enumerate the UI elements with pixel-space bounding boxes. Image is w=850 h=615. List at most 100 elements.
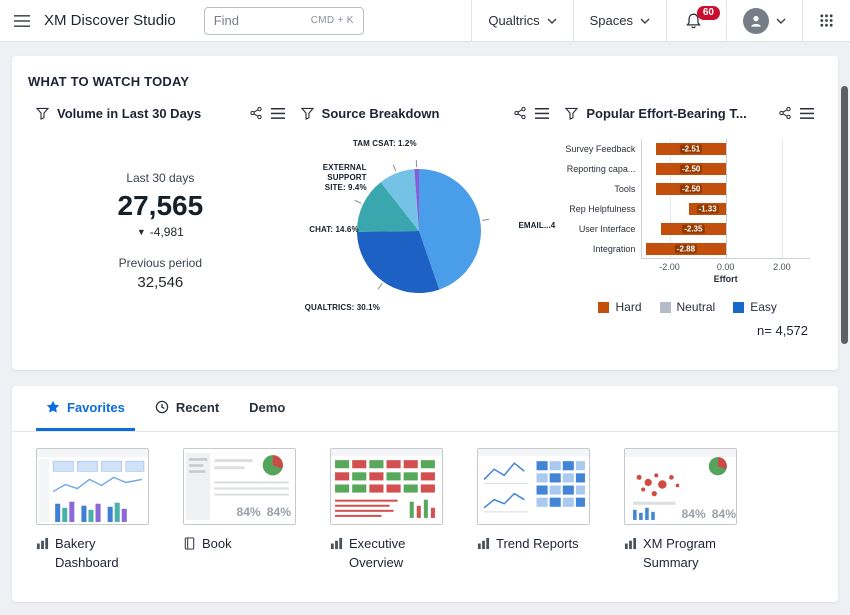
preview-percent: 84% xyxy=(682,507,706,521)
bar-value-label: -2.50 xyxy=(680,185,702,194)
filter-icon[interactable] xyxy=(36,107,49,120)
dashboard-thumbnail[interactable]: 84% 84% xyxy=(624,448,737,525)
pie-label-email: EMAIL...4 xyxy=(518,221,555,231)
x-axis-ticks: -2.000.002.00 xyxy=(641,259,810,272)
share-icon[interactable] xyxy=(778,106,792,120)
qualtrics-menu-label: Qualtrics xyxy=(488,13,539,28)
effort-bar[interactable]: -2.50 xyxy=(656,163,726,175)
topbar-spacer xyxy=(364,0,472,41)
list-item-trend-reports[interactable]: Trend Reports xyxy=(477,448,590,573)
dashboard-name-text: Executive Overview xyxy=(349,535,443,573)
legend-swatch xyxy=(733,302,744,313)
x-axis-label: Effort xyxy=(641,274,810,284)
pie-label-chat: CHAT: 14.6% xyxy=(301,225,359,235)
scrollbar-thumb[interactable] xyxy=(841,86,848,344)
book-preview-image: 84% 84% xyxy=(184,449,295,524)
legend-item-hard[interactable]: Hard xyxy=(598,300,641,314)
list-item-xm-program-summary[interactable]: 84% 84% XM Program Summary xyxy=(624,448,737,573)
widget-title: Volume in Last 30 Days xyxy=(57,106,241,121)
widget-title: Popular Effort-Bearing T... xyxy=(586,106,770,121)
tab-favorites[interactable]: Favorites xyxy=(36,386,135,431)
qualtrics-menu[interactable]: Qualtrics xyxy=(471,0,572,41)
effort-bar[interactable]: -2.88 xyxy=(646,243,726,255)
xm-program-preview-image: 84% 84% xyxy=(625,449,736,524)
bar-value-label: -2.50 xyxy=(680,165,702,174)
pie-leader-line xyxy=(482,219,489,220)
apps-grid-button[interactable] xyxy=(802,0,850,41)
widget-menu-icon[interactable] xyxy=(271,108,285,119)
pie-label-qualtrics: QUALTRICS: 30.1% xyxy=(305,303,380,313)
bar-category-label: Survey Feedback xyxy=(565,139,641,159)
tab-demo[interactable]: Demo xyxy=(239,386,295,431)
bar-category-label: Rep Helpfulness xyxy=(565,199,641,219)
legend-item-easy[interactable]: Easy xyxy=(733,300,777,314)
search-input[interactable] xyxy=(214,13,305,28)
legend-item-neutral[interactable]: Neutral xyxy=(660,300,716,314)
spaces-menu-label: Spaces xyxy=(590,13,633,28)
dashboard-thumbnail[interactable]: 84% 84% xyxy=(183,448,296,525)
effort-bar[interactable]: -2.51 xyxy=(656,143,726,155)
axis-tick-label: 2.00 xyxy=(773,262,791,272)
chevron-down-icon xyxy=(776,18,786,24)
volume-delta: ▼ -4,981 xyxy=(36,225,285,239)
dashboard-name-text: Book xyxy=(202,535,232,554)
spaces-menu[interactable]: Spaces xyxy=(573,0,666,41)
effort-bar[interactable]: -2.50 xyxy=(656,183,726,195)
filter-icon[interactable] xyxy=(301,107,314,120)
widget-header: Volume in Last 30 Days xyxy=(36,103,285,123)
global-search[interactable]: CMD + K xyxy=(204,7,364,35)
dashboard-name[interactable]: Executive Overview xyxy=(330,535,443,573)
dashboard-thumbnail[interactable] xyxy=(330,448,443,525)
dashboard-name-text: Bakery Dashboard xyxy=(55,535,149,573)
person-icon xyxy=(748,13,764,29)
widget-source-breakdown: Source Breakdown TAM CSAT: 1.2% EXTERNAL… xyxy=(293,103,558,339)
filter-icon[interactable] xyxy=(565,107,578,120)
tab-label: Favorites xyxy=(67,400,125,415)
bar-chart-icon xyxy=(36,537,49,573)
share-icon[interactable] xyxy=(513,106,527,120)
widget-menu-icon[interactable] xyxy=(800,108,814,119)
dashboard-name[interactable]: XM Program Summary xyxy=(624,535,737,573)
effort-bar[interactable]: -2.35 xyxy=(661,223,727,235)
effort-bar[interactable]: -1.33 xyxy=(689,203,726,215)
legend-label: Easy xyxy=(750,300,777,314)
preview-percent: 84% xyxy=(267,505,291,519)
pie-leader-line xyxy=(378,283,382,289)
widget-header: Source Breakdown xyxy=(301,103,550,123)
widget-volume: Volume in Last 30 Days Last 30 days 27,5… xyxy=(28,103,293,339)
tab-label: Demo xyxy=(249,400,285,415)
previous-period-value: 32,546 xyxy=(36,274,285,291)
dashboard-name[interactable]: Book xyxy=(183,535,296,554)
share-icon[interactable] xyxy=(249,106,263,120)
list-item-bakery-dashboard[interactable]: Bakery Dashboard xyxy=(36,448,149,573)
volume-value: 27,565 xyxy=(36,190,285,222)
what-to-watch-panel: WHAT TO WATCH TODAY Volume in Last 30 Da… xyxy=(12,56,838,370)
notifications-button[interactable]: 60 xyxy=(666,0,726,41)
dashboard-thumbnail[interactable] xyxy=(36,448,149,525)
widget-header: Popular Effort-Bearing T... xyxy=(565,103,814,123)
tab-recent[interactable]: Recent xyxy=(145,386,229,431)
dashboard-name-text: XM Program Summary xyxy=(643,535,737,573)
gridline xyxy=(782,139,783,258)
dashboard-name-text: Trend Reports xyxy=(496,535,579,554)
star-icon xyxy=(46,400,60,414)
delta-value: -4,981 xyxy=(150,225,184,239)
dashboard-thumbnail[interactable] xyxy=(477,448,590,525)
bar-category-label: Tools xyxy=(565,179,641,199)
dashboard-name[interactable]: Trend Reports xyxy=(477,535,590,554)
list-item-book[interactable]: 84% 84% Book xyxy=(183,448,296,573)
dashboard-name[interactable]: Bakery Dashboard xyxy=(36,535,149,573)
widget-menu-icon[interactable] xyxy=(535,108,549,119)
account-menu[interactable] xyxy=(726,0,802,41)
chevron-down-icon xyxy=(547,18,557,24)
bar-category-label: Integration xyxy=(565,239,641,259)
search-shortcut-hint: CMD + K xyxy=(311,15,354,26)
list-item-executive-overview[interactable]: Executive Overview xyxy=(330,448,443,573)
decrease-triangle-icon: ▼ xyxy=(137,227,146,237)
global-menu-button[interactable] xyxy=(0,0,44,41)
axis-tick-label: 0.00 xyxy=(717,262,735,272)
effort-bar-chart: Survey FeedbackReporting capa...ToolsRep… xyxy=(565,139,814,338)
bar-value-label: -1.33 xyxy=(696,205,718,214)
widget-effort-topics: Popular Effort-Bearing T... Survey Feedb… xyxy=(557,103,822,339)
tab-label: Recent xyxy=(176,400,219,415)
